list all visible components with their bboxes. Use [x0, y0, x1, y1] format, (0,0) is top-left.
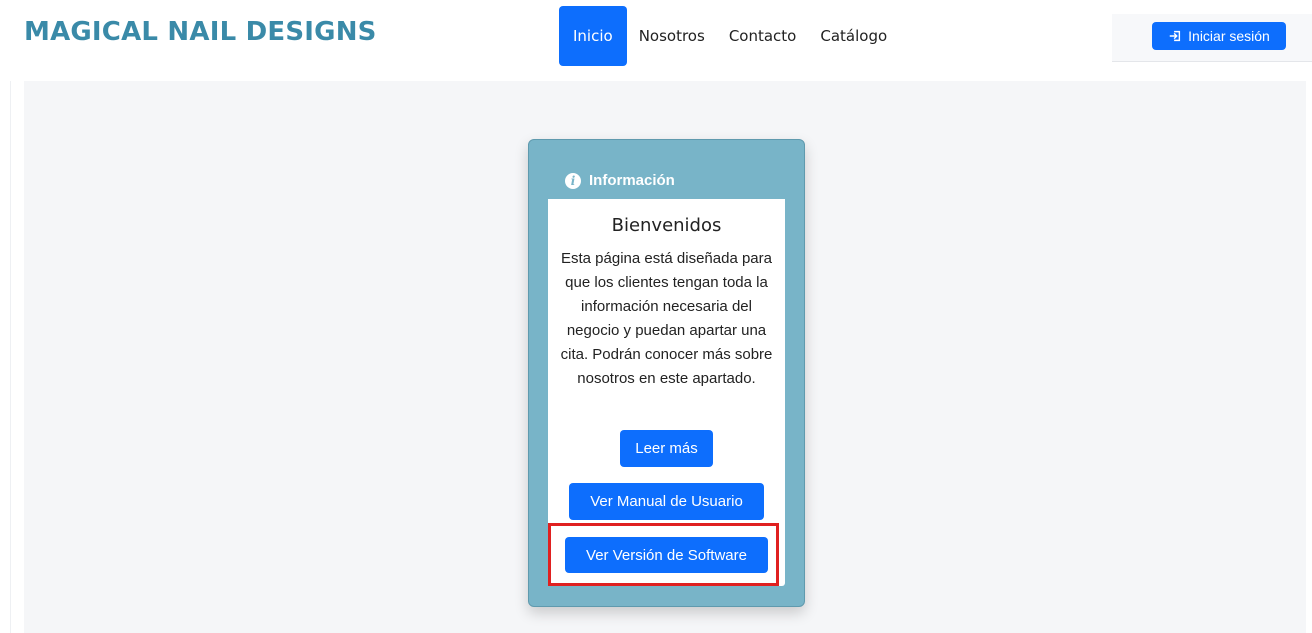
nav-item-catalogo[interactable]: Catálogo — [808, 6, 899, 66]
card-title: Bienvenidos — [611, 215, 722, 236]
login-button[interactable]: Iniciar sesión — [1152, 22, 1286, 50]
card-header: i Información — [565, 172, 675, 189]
info-icon: i — [565, 172, 581, 189]
nav-item-nosotros[interactable]: Nosotros — [627, 6, 717, 66]
highlight-box — [548, 523, 779, 586]
page-divider — [10, 81, 11, 633]
login-area: Iniciar sesión — [1112, 14, 1312, 62]
card-text: Esta página está diseñada para que los c… — [560, 250, 773, 387]
nav-item-contacto[interactable]: Contacto — [717, 6, 809, 66]
login-button-label: Iniciar sesión — [1188, 28, 1270, 44]
main-nav: Inicio Nosotros Contacto Catálogo — [559, 6, 899, 66]
login-icon — [1169, 30, 1181, 42]
nav-item-inicio[interactable]: Inicio — [559, 6, 627, 66]
brand-logo-text[interactable]: MAGICAL NAIL DESIGNS — [24, 17, 377, 47]
read-more-button[interactable]: Leer más — [620, 430, 713, 467]
navbar: MAGICAL NAIL DESIGNS Inicio Nosotros Con… — [0, 0, 1312, 81]
card-header-label: Información — [589, 172, 675, 189]
user-manual-button[interactable]: Ver Manual de Usuario — [569, 483, 764, 520]
